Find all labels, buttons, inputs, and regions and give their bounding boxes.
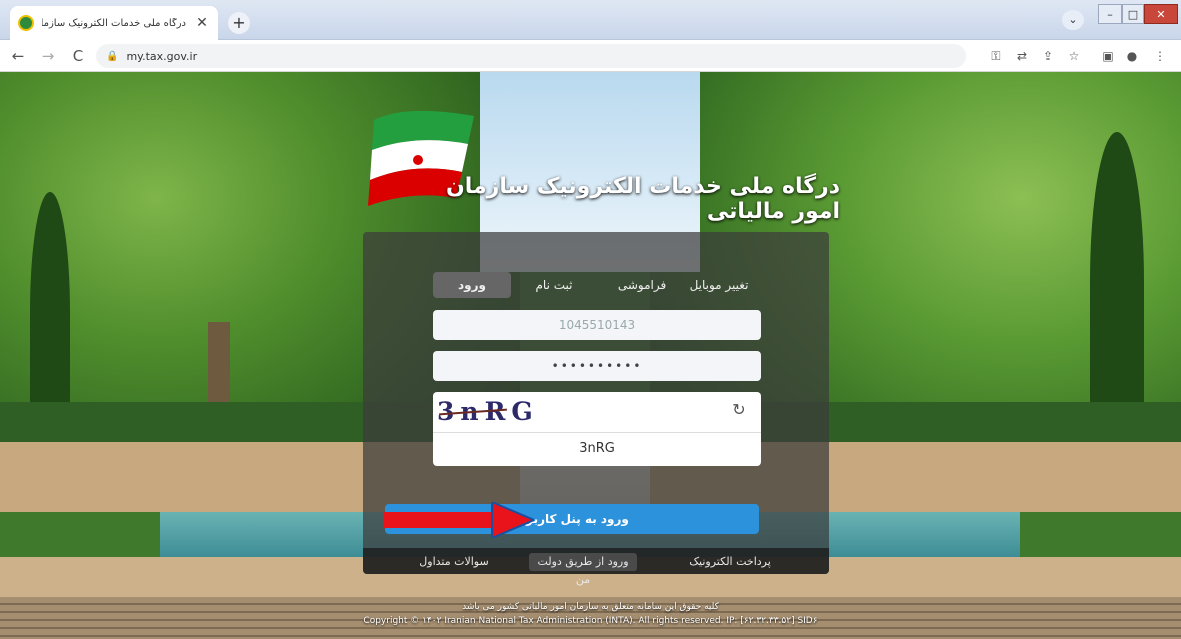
tab-change-mobile[interactable]: تغییر موبایل [681,272,757,298]
tab-register[interactable]: ثبت نام [531,272,577,298]
login-tabs: تغییر موبایل فراموشی ثبت نام ورود [363,272,829,298]
red-arrow-annotation [384,502,534,538]
browser-toolbar: ← → C 🔒 my.tax.gov.ir ⚿ ⇄ ⇪ ☆ ▣ ● ⋮ [0,40,1181,72]
tab-login[interactable]: ورود [433,272,511,298]
maximize-button[interactable]: □ [1122,4,1144,24]
refresh-captcha-icon[interactable]: ↻ [729,400,749,420]
site-favicon-icon [18,15,34,31]
menu-icon[interactable]: ⋮ [1152,48,1168,64]
background-cypress [30,192,70,432]
browser-tab[interactable]: درگاه ملی خدمات الکترونیک سازمان امور ..… [10,6,218,40]
link-faq[interactable]: سوالات متداول [419,553,489,571]
new-tab-button[interactable]: + [228,12,250,34]
link-login-via-dolat-man[interactable]: ورود از طریق دولت من [529,553,637,586]
share-icon[interactable]: ⇪ [1040,48,1056,64]
lock-icon[interactable]: 🔒 [106,51,118,62]
link-electronic-payment[interactable]: پرداخت الکترونیک [681,553,779,571]
background-cypress [1090,132,1144,432]
page-content: درگاه ملی خدمات الکترونیک سازمان امور ما… [0,72,1181,639]
browser-window: درگاه ملی خدمات الکترونیک سازمان امور ..… [0,0,1181,639]
reload-button[interactable]: C [68,46,88,66]
minimize-button[interactable]: – [1098,4,1122,24]
url-text[interactable]: my.tax.gov.ir [126,50,197,63]
password-input[interactable]: •••••••••• [433,351,761,381]
portal-title: درگاه ملی خدمات الکترونیک سازمان امور ما… [446,174,840,224]
address-bar[interactable]: 🔒 my.tax.gov.ir [96,44,966,68]
panel-footer-links: پرداخت الکترونیک ورود از طریق دولت من سو… [363,548,829,586]
back-button[interactable]: ← [8,46,28,66]
captcha-input[interactable]: 3nRG [433,432,761,464]
translate-icon[interactable]: ⇄ [1014,48,1030,64]
tab-strip: درگاه ملی خدمات الکترونیک سازمان امور ..… [0,0,1181,40]
username-input[interactable]: 1045510143 [433,310,761,340]
tab-close-icon[interactable]: ✕ [194,15,210,31]
copyright-en: Copyright © ۱۴۰۲ Iranian National Tax Ad… [363,616,818,626]
profile-icon[interactable]: ● [1124,48,1140,64]
tab-search-button[interactable]: ⌄ [1062,10,1084,30]
tab-title: درگاه ملی خدمات الکترونیک سازمان امور ..… [42,17,186,29]
sidebar-icon[interactable]: ▣ [1100,48,1116,64]
star-icon[interactable]: ☆ [1066,48,1082,64]
key-icon[interactable]: ⚿ [988,48,1004,64]
captcha-box: 3nRG ↻ 3nRG [433,392,761,466]
close-window-button[interactable]: ✕ [1144,4,1178,24]
copyright-footer: کلیه حقوق این سامانه متعلق به سازمان امو… [0,596,1181,639]
tab-forgot-password[interactable]: فراموشی [609,272,675,298]
forward-button[interactable]: → [38,46,58,66]
copyright-fa: کلیه حقوق این سامانه متعلق به سازمان امو… [462,602,719,612]
